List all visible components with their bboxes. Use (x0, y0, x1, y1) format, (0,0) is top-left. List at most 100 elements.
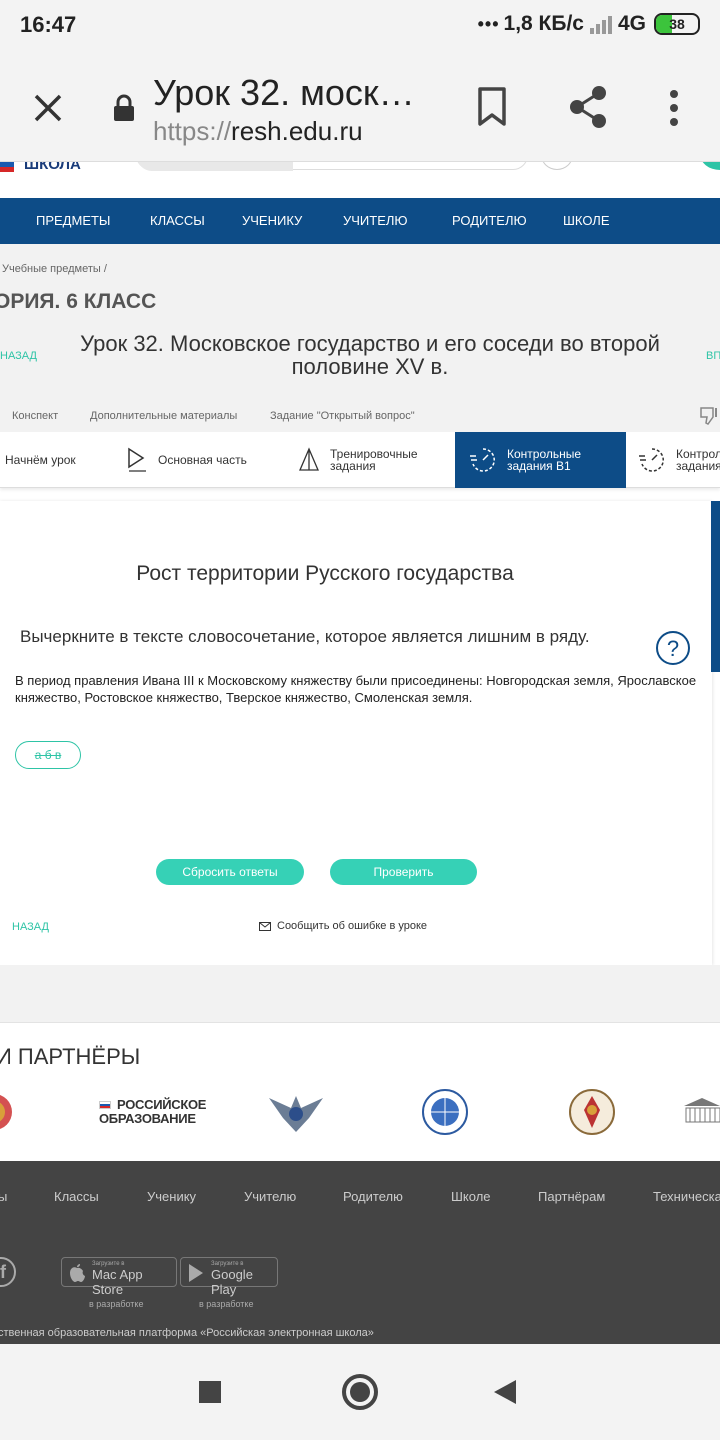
step-main-part[interactable]: Основная часть (126, 432, 286, 488)
step-label: Основная часть (158, 453, 247, 467)
notification-dots: ••• (477, 13, 500, 34)
footer-link-parent[interactable]: Родителю (343, 1189, 403, 1204)
signal-icon (589, 14, 612, 34)
apple-icon (70, 1264, 85, 1282)
footer-link-support[interactable]: Техническая (653, 1189, 720, 1204)
page-title-tab[interactable]: Урок 32. моск… (153, 72, 423, 114)
mac-app-store-badge[interactable]: Загрузите в Mac App Store (61, 1257, 177, 1297)
nav-item-parent[interactable]: РОДИТЕЛЮ (452, 198, 527, 244)
ro-logo-line2: ОБРАЗОВАНИЕ (99, 1111, 196, 1126)
browser-toolbar: Урок 32. моск… https://resh.edu.ru (0, 52, 720, 162)
prev-lesson-link[interactable]: НАЗАД (0, 350, 37, 362)
breadcrumb[interactable]: Учебные предметы / (2, 263, 107, 275)
dislike-icon[interactable] (698, 406, 720, 426)
search-input[interactable] (136, 162, 528, 171)
reset-answers-button[interactable]: Сбросить ответы (156, 859, 304, 885)
url-scheme: https:// (153, 116, 232, 146)
footer-link-subjects[interactable]: ы (0, 1189, 7, 1204)
geographic-society-icon[interactable] (416, 1088, 474, 1136)
url-bar[interactable]: https://resh.edu.ru (153, 116, 363, 147)
step-control-next[interactable]: Контрольные задания (638, 432, 720, 488)
nav-item-student[interactable]: УЧЕНИКУ (242, 198, 302, 244)
step-label: Контрольные задания (676, 448, 720, 472)
side-panel-tab[interactable] (711, 501, 720, 672)
recent-apps-icon[interactable] (199, 1381, 221, 1403)
appstore-name: Mac App Store (92, 1267, 143, 1297)
stopwatch-icon (639, 448, 664, 472)
battery-icon: 38 (654, 13, 700, 35)
site-header: ШКОЛА (0, 162, 720, 198)
nav-item-classes[interactable]: КЛАССЫ (150, 198, 205, 244)
lock-icon[interactable] (112, 94, 136, 122)
footer-link-school[interactable]: Школе (451, 1189, 491, 1204)
answer-chip[interactable]: а б в (15, 741, 81, 769)
googleplay-note: в разработке (199, 1299, 254, 1309)
facebook-icon[interactable]: f (0, 1257, 16, 1287)
site-logo[interactable]: ШКОЛА (24, 162, 81, 173)
google-play-icon (189, 1264, 203, 1282)
report-error-label: Сообщить об ошибке в уроке (277, 920, 428, 932)
battery-level: 38 (669, 16, 685, 32)
subtab-open-question[interactable]: Задание "Открытый вопрос" (270, 410, 415, 422)
flag-icon (99, 1101, 111, 1109)
step-label: Контрольные задания B1 (507, 447, 582, 473)
footer: ы Классы Ученику Учителю Родителю Школе … (0, 1161, 720, 1344)
help-symbol: ? (667, 636, 679, 661)
spacer-strip (0, 965, 720, 1023)
nav-item-subjects[interactable]: ПРЕДМЕТЫ (36, 198, 110, 244)
share-icon[interactable] (566, 84, 610, 130)
check-button[interactable]: Проверить (330, 859, 477, 885)
footer-link-partners[interactable]: Партнёрам (538, 1189, 605, 1204)
lesson-header: Учебные предметы / ОРИЯ. 6 КЛАСС НАЗАД У… (0, 244, 720, 432)
task-passage[interactable]: В период правления Ивана III к Московско… (15, 672, 705, 706)
step-training[interactable]: Тренировочные задания (298, 432, 448, 488)
help-icon[interactable]: ? (655, 630, 691, 666)
nav-item-school[interactable]: ШКОЛЕ (563, 198, 610, 244)
subtab-extra-materials[interactable]: Дополнительные материалы (90, 410, 237, 422)
close-icon[interactable] (30, 90, 66, 126)
lesson-steps: Начнём урок Основная часть Тренировочные… (0, 432, 720, 488)
play-icon (128, 447, 146, 472)
task-instruction: Вычеркните в тексте словосочетание, кото… (20, 627, 590, 646)
step-control-b1[interactable]: Контрольные задания B1 (455, 432, 626, 488)
footer-link-teacher[interactable]: Учителю (244, 1189, 296, 1204)
ro-logo-line1: РОССИЙСКОЕ (117, 1097, 207, 1112)
section-title: Рост территории Русского государства (136, 562, 514, 585)
login-button[interactable] (700, 162, 720, 170)
back-link[interactable]: НАЗАД (12, 921, 49, 933)
library-building-icon[interactable] (682, 1088, 720, 1136)
envelope-icon (259, 921, 271, 931)
stopwatch-icon (470, 448, 495, 472)
next-lesson-link[interactable]: ВПЕ (706, 350, 720, 362)
appstore-note: в разработке (89, 1299, 144, 1309)
step-start[interactable]: Начнём урок (0, 432, 118, 488)
network-speed: 1,8 КБ/с (503, 12, 584, 35)
google-play-badge[interactable]: Загрузите в Google Play (180, 1257, 278, 1297)
back-icon[interactable] (494, 1380, 516, 1404)
status-bar: 16:47 ••• 1,8 КБ/с 4G 38 (0, 0, 720, 52)
pyramid-icon (299, 447, 319, 471)
footer-link-classes[interactable]: Классы (54, 1189, 99, 1204)
status-right: ••• 1,8 КБ/с 4G 38 (478, 12, 700, 36)
main-nav: ПРЕДМЕТЫ КЛАССЫ УЧЕНИКУ УЧИТЕЛЮ РОДИТЕЛЮ… (0, 198, 720, 244)
subtab-summary[interactable]: Конспект (12, 410, 58, 422)
nav-item-teacher[interactable]: УЧИТЕЛЮ (343, 198, 408, 244)
partner-russian-education-logo[interactable]: РОССИЙСКОЕ ОБРАЗОВАНИЕ (99, 1098, 206, 1126)
report-error-link[interactable]: Сообщить об ошибке в уроке (259, 920, 427, 932)
footer-link-student[interactable]: Ученику (147, 1189, 196, 1204)
historical-society-icon[interactable] (566, 1088, 618, 1136)
eagle-emblem-icon[interactable] (265, 1088, 327, 1136)
footer-copyright: ственная образовательная платформа «Росс… (0, 1327, 374, 1339)
more-menu-icon[interactable] (660, 88, 688, 128)
system-nav-bar (0, 1344, 720, 1440)
bookmark-icon[interactable] (476, 86, 508, 128)
partner-emblem-icon[interactable] (0, 1088, 18, 1136)
googleplay-name: Google Play (211, 1267, 253, 1297)
lesson-title: Урок 32. Московское государство и его со… (80, 331, 660, 379)
course-title: ОРИЯ. 6 КЛАСС (0, 290, 157, 313)
user-icon[interactable] (541, 162, 573, 170)
step-label: Начнём урок (5, 453, 76, 467)
logo-flag-icon (0, 162, 14, 172)
partners-title: И ПАРТНЁРЫ (0, 1044, 141, 1069)
home-icon[interactable] (342, 1374, 378, 1410)
